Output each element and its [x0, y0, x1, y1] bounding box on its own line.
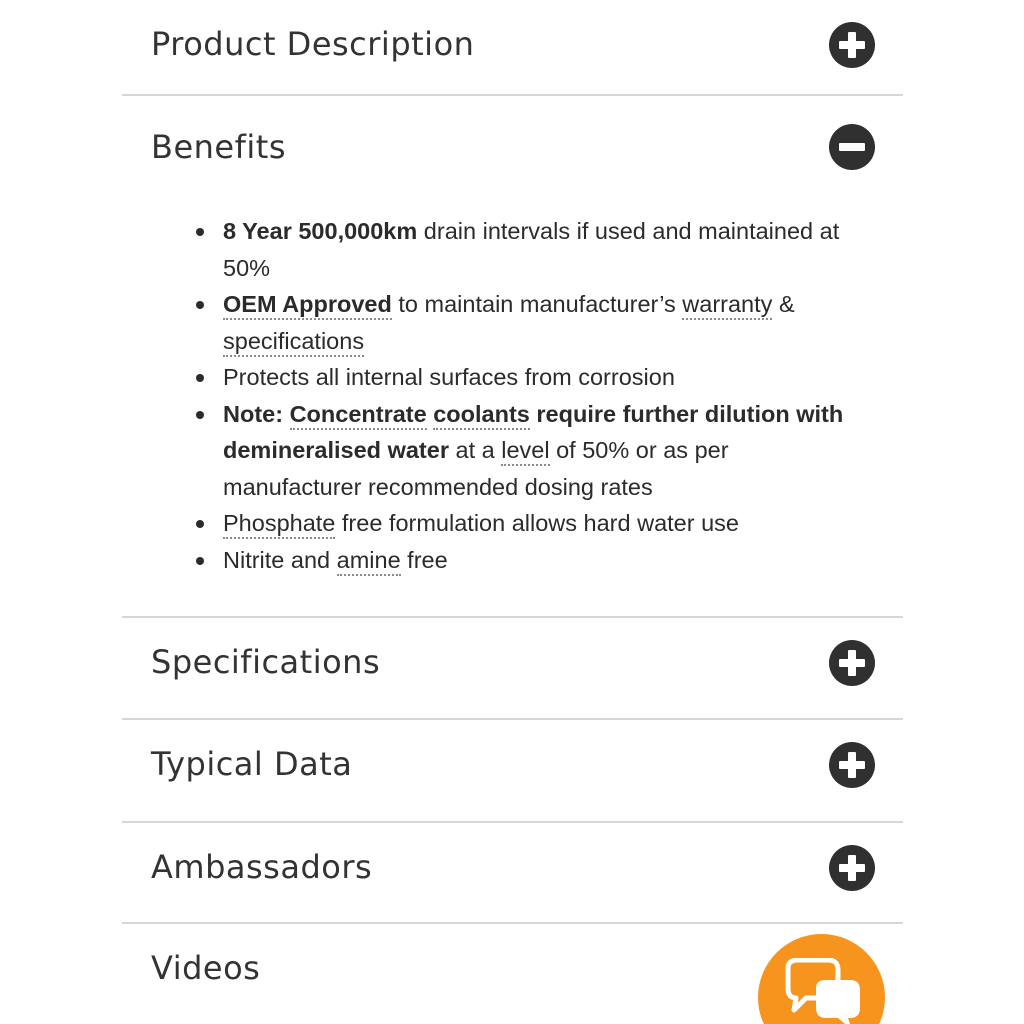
accordion-section-benefits: Benefits 8 Year 500,000km drain interval… [122, 96, 903, 616]
section-title: Videos [151, 949, 261, 987]
bullet [196, 301, 204, 309]
accordion-section-ambassadors: Ambassadors [122, 823, 903, 923]
minus-circle-icon[interactable] [829, 124, 875, 170]
plus-circle-icon[interactable] [829, 22, 875, 68]
accordion-header-typical-data[interactable]: Typical Data [122, 720, 903, 815]
list-item: Phosphate free formulation allows hard w… [196, 505, 873, 542]
list-item-text: Nitrite and [223, 546, 337, 573]
highlight-text: 8 Year 500,000km [223, 218, 418, 244]
section-title: Ambassadors [151, 848, 373, 886]
accordion-header-specifications[interactable]: Specifications [122, 618, 903, 713]
glossary-link-warranty[interactable]: warranty [682, 291, 773, 320]
glossary-link-concentrate[interactable]: Concentrate [289, 400, 427, 430]
plus-circle-icon[interactable] [829, 742, 875, 788]
glossary-link-specifications[interactable]: specifications [223, 327, 365, 357]
section-title: Benefits [151, 128, 286, 166]
accordion-header-benefits[interactable]: Benefits [122, 96, 903, 196]
bullet [196, 228, 204, 236]
glossary-link-phosphate[interactable]: Phosphate [223, 510, 336, 539]
plus-circle-icon[interactable] [829, 845, 875, 891]
list-item-text: to maintain manufacturer’s [391, 291, 683, 317]
list-item: 8 Year 500,000km drain intervals if used… [196, 213, 873, 286]
list-item: OEM Approved to maintain manufacturer’s … [196, 286, 873, 359]
list-item-text: free [400, 546, 448, 573]
section-title: Specifications [151, 643, 381, 681]
list-item-text: Protects all internal surfaces from corr… [223, 364, 675, 390]
list-item: Nitrite and amine free [196, 542, 873, 579]
note-label: Note: [223, 400, 290, 427]
bullet [196, 520, 204, 528]
section-title: Product Description [151, 25, 475, 63]
accordion-section-product-description: Product Description [122, 0, 903, 95]
glossary-link-coolants[interactable]: coolants [433, 400, 530, 430]
glossary-link-level[interactable]: level [501, 437, 550, 466]
list-item-text: at a [448, 437, 502, 463]
list-item: Note: Concentrate coolants require furth… [196, 396, 873, 506]
bullet [196, 556, 204, 565]
list-item-text: free formulation allows hard water use [335, 510, 739, 536]
bullet [196, 374, 204, 382]
section-title: Typical Data [151, 745, 353, 783]
glossary-link-oem-approved[interactable]: OEM Approved [223, 291, 392, 320]
plus-circle-icon[interactable] [829, 640, 875, 686]
glossary-link-amine[interactable]: amine [336, 546, 401, 576]
accordion-section-typical-data: Typical Data [122, 720, 903, 820]
list-item-text: & [772, 291, 795, 317]
accordion-section-specifications: Specifications [122, 618, 903, 718]
accordion-header-ambassadors[interactable]: Ambassadors [122, 823, 903, 918]
chat-bubbles-icon [785, 958, 860, 1024]
bullet [196, 410, 204, 419]
list-item: Protects all internal surfaces from corr… [196, 359, 873, 396]
benefits-list: 8 Year 500,000km drain intervals if used… [196, 213, 873, 579]
accordion-header-product-description[interactable]: Product Description [122, 0, 903, 95]
